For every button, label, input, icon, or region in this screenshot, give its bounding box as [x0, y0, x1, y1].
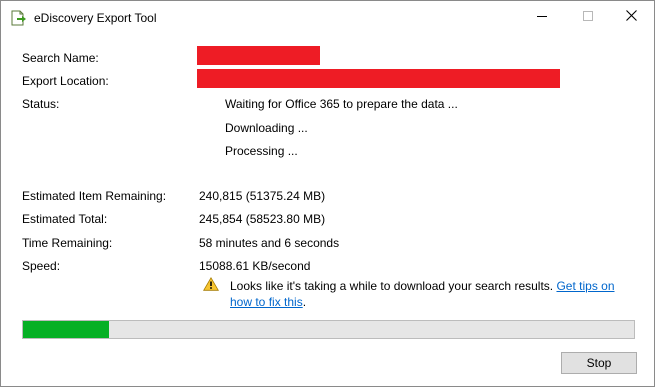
estimated-total-label: Estimated Total: [22, 212, 108, 226]
search-name-label: Search Name: [22, 51, 99, 65]
warning-icon [203, 277, 219, 291]
stop-button[interactable]: Stop [561, 352, 637, 374]
export-progress-bar [22, 320, 635, 339]
close-button[interactable] [608, 1, 654, 33]
estimated-total-value: 245,854 (58523.80 MB) [199, 212, 326, 226]
notice-text: Looks like it's taking a while to downlo… [230, 279, 557, 293]
slow-download-notice: Looks like it's taking a while to downlo… [230, 278, 625, 310]
title-bar[interactable]: eDiscovery Export Tool [1, 1, 654, 35]
time-remaining-label: Time Remaining: [22, 236, 113, 250]
export-location-label: Export Location: [22, 74, 109, 88]
time-remaining-value: 58 minutes and 6 seconds [199, 236, 340, 250]
window-title: eDiscovery Export Tool [34, 11, 157, 25]
search-name-redaction [197, 46, 320, 65]
progress-fill [23, 321, 109, 338]
speed-value: 15088.61 KB/second [199, 259, 311, 273]
export-tool-window: eDiscovery Export Tool Search Name: Expo… [0, 0, 655, 387]
maximize-button[interactable] [565, 1, 611, 33]
close-icon [625, 10, 637, 24]
status-line-downloading: Downloading ... [225, 121, 308, 135]
speed-label: Speed: [22, 259, 61, 273]
notice-suffix: . [302, 295, 307, 309]
estimated-item-remaining-value: 240,815 (51375.24 MB) [199, 189, 326, 203]
maximize-icon [583, 10, 593, 24]
minimize-button[interactable] [519, 1, 565, 33]
status-line-waiting: Waiting for Office 365 to prepare the da… [225, 97, 458, 111]
minimize-icon [537, 10, 547, 24]
estimated-item-remaining-label: Estimated Item Remaining: [22, 189, 167, 203]
export-location-redaction [197, 69, 560, 88]
status-line-processing: Processing ... [225, 144, 298, 158]
status-label: Status: [22, 97, 60, 111]
app-icon [11, 10, 29, 26]
